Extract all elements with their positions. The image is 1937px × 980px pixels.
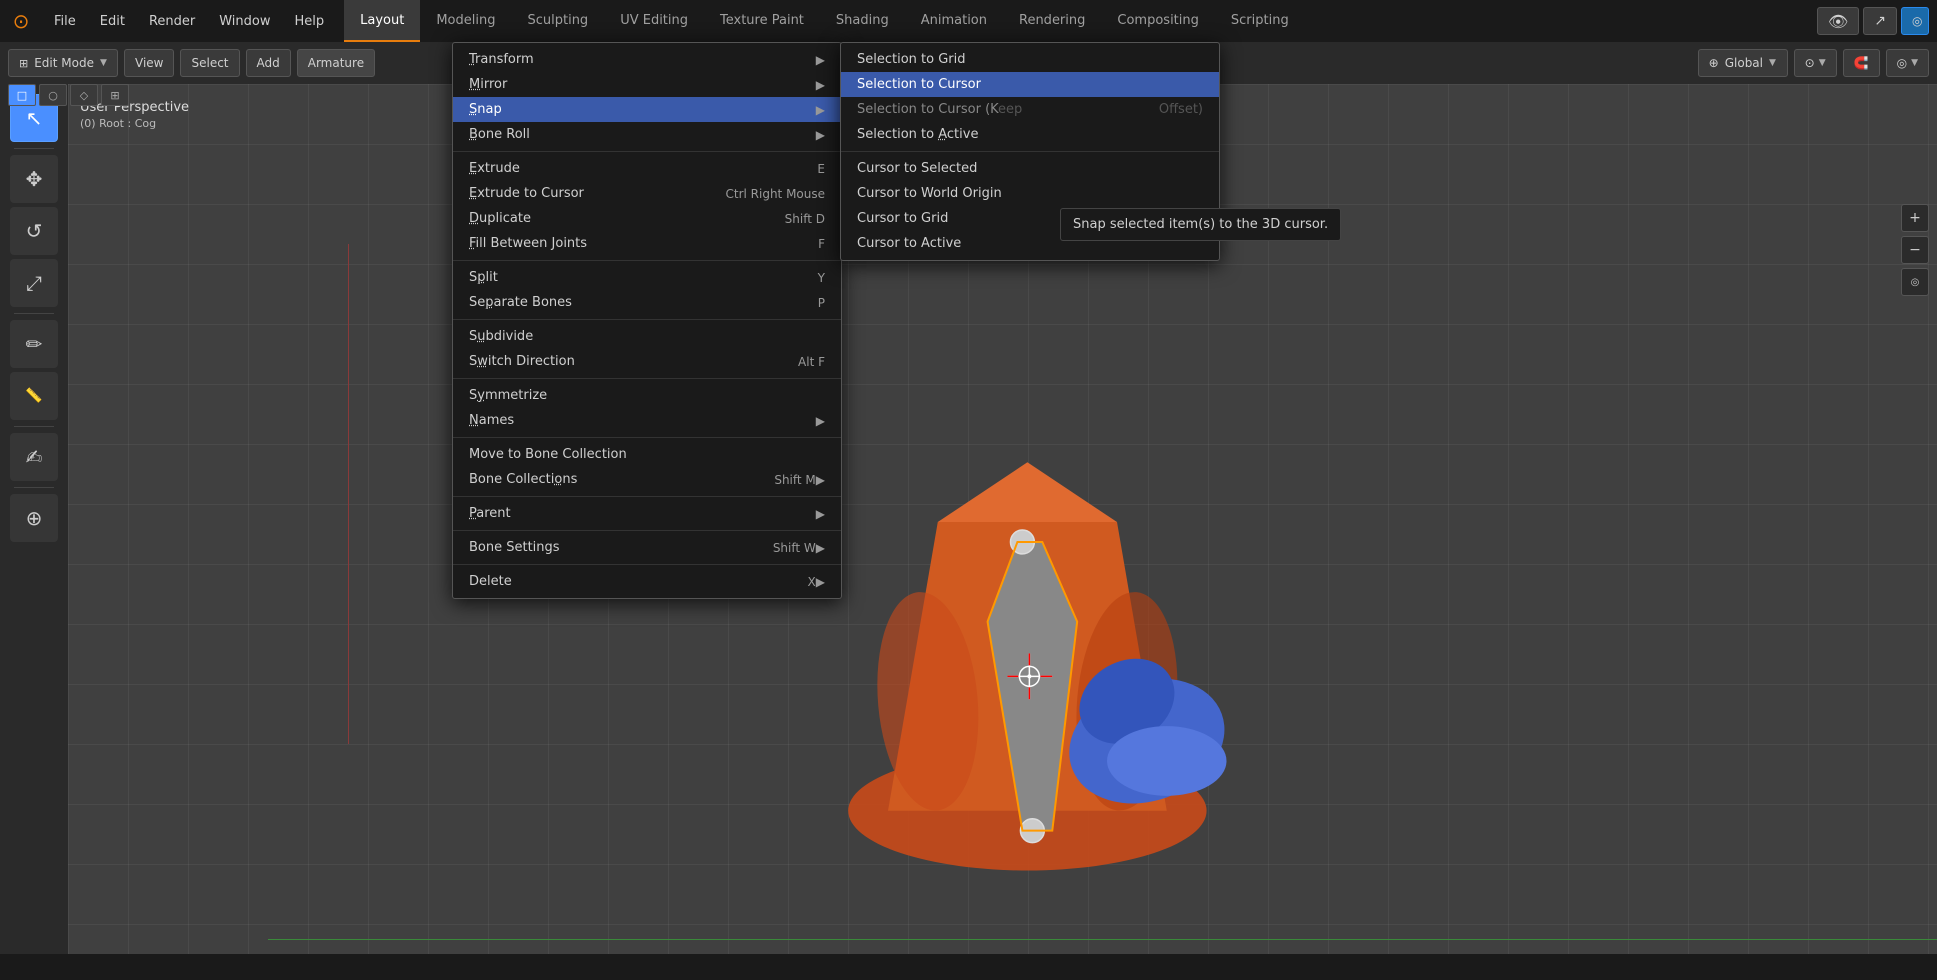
menu-item-bone-collections[interactable]: Bone Collections Shift M▶ bbox=[453, 467, 841, 492]
menu-item-split[interactable]: Split Y bbox=[453, 265, 841, 290]
tool-sep-2 bbox=[14, 313, 54, 314]
axis-line-green bbox=[268, 939, 1937, 940]
workspace-tabs: Layout Modeling Sculpting UV Editing Tex… bbox=[344, 0, 1305, 42]
mode-selector[interactable]: ⊞ Edit Mode ▼ bbox=[8, 49, 118, 77]
tab-shading[interactable]: Shading bbox=[820, 0, 905, 42]
view-local-btn[interactable]: ◎ bbox=[1901, 268, 1929, 296]
menu-item-extrude-cursor[interactable]: Extrude to Cursor Ctrl Right Mouse bbox=[453, 181, 841, 206]
menu-item-snap[interactable]: Snap ▶ bbox=[453, 97, 841, 122]
menu-render[interactable]: Render bbox=[137, 0, 207, 42]
tool-sep-3 bbox=[14, 426, 54, 427]
menu-item-extrude[interactable]: Extrude E bbox=[453, 156, 841, 181]
select-mode-circle[interactable]: ○ bbox=[39, 84, 67, 106]
menu-item-separate-bones[interactable]: Separate Bones P bbox=[453, 290, 841, 315]
menu-sep-1 bbox=[453, 151, 841, 152]
menu-sep-4 bbox=[453, 378, 841, 379]
snap-sep-1 bbox=[841, 151, 1219, 152]
transform-selector[interactable]: ⊕ Global ▼ bbox=[1698, 49, 1788, 77]
armature-btn[interactable]: Armature bbox=[297, 49, 375, 77]
menu-item-bone-settings[interactable]: Bone Settings Shift W▶ bbox=[453, 535, 841, 560]
menu-item-parent[interactable]: Parent ▶ bbox=[453, 501, 841, 526]
snap-cursor-to-world-origin[interactable]: Cursor to World Origin bbox=[841, 181, 1219, 206]
menu-item-symmetrize[interactable]: Symmetrize bbox=[453, 383, 841, 408]
menu-sep-3 bbox=[453, 319, 841, 320]
menu-file[interactable]: File bbox=[42, 0, 88, 42]
menu-item-names[interactable]: Names ▶ bbox=[453, 408, 841, 433]
viewport-shading-icon[interactable]: 👁 bbox=[1817, 7, 1859, 35]
menu-sep-7 bbox=[453, 530, 841, 531]
app-logo: ⊙ bbox=[0, 0, 42, 42]
menu-sep-6 bbox=[453, 496, 841, 497]
zoom-in-btn[interactable]: + bbox=[1901, 204, 1929, 232]
tool-ruler[interactable]: 📏 bbox=[10, 372, 58, 420]
snap-cursor-to-selected[interactable]: Cursor to Selected bbox=[841, 156, 1219, 181]
menu-item-bone-roll[interactable]: Bone Roll ▶ bbox=[453, 122, 841, 147]
armature-menu: Transform ▶ Mirror ▶ Snap ▶ Bone Roll ▶ … bbox=[452, 42, 842, 599]
menu-sep-8 bbox=[453, 564, 841, 565]
menu-item-move-to-bone-coll[interactable]: Move to Bone Collection bbox=[453, 442, 841, 467]
tab-rendering[interactable]: Rendering bbox=[1003, 0, 1101, 42]
select-mode-lasso[interactable]: ◇ bbox=[70, 84, 98, 106]
snap-submenu: Selection to Grid Selection to Cursor Se… bbox=[840, 42, 1220, 261]
overlay-icon[interactable]: ↗ bbox=[1863, 7, 1897, 35]
view-btn[interactable]: View bbox=[124, 49, 174, 77]
tool-cursor[interactable]: ⊕ bbox=[10, 494, 58, 542]
tool-sep-1 bbox=[14, 148, 54, 149]
snap-sel-to-cursor[interactable]: Selection to Cursor bbox=[841, 72, 1219, 97]
select-mode-bar: □ ○ ◇ ⊞ bbox=[8, 84, 129, 106]
menu-edit[interactable]: Edit bbox=[88, 0, 137, 42]
tool-scale[interactable]: ⤢ bbox=[10, 259, 58, 307]
menu-sep-2 bbox=[453, 260, 841, 261]
axis-line-red bbox=[348, 244, 349, 744]
menu-item-switch-direction[interactable]: Switch Direction Alt F bbox=[453, 349, 841, 374]
tab-uv-editing[interactable]: UV Editing bbox=[604, 0, 704, 42]
tab-animation[interactable]: Animation bbox=[905, 0, 1003, 42]
snap-btn[interactable]: 🧲 bbox=[1843, 49, 1880, 77]
snap-cursor-to-active[interactable]: Cursor to Active bbox=[841, 231, 1219, 256]
select-btn[interactable]: Select bbox=[180, 49, 239, 77]
zoom-out-btn[interactable]: − bbox=[1901, 236, 1929, 264]
viewport-controls-right: + − ◎ bbox=[1901, 204, 1929, 296]
menu-help[interactable]: Help bbox=[283, 0, 337, 42]
top-menu-items: File Edit Render Window Help bbox=[42, 0, 336, 42]
status-bar bbox=[0, 954, 1937, 980]
tool-pen[interactable]: ✏ bbox=[10, 320, 58, 368]
tab-compositing[interactable]: Compositing bbox=[1101, 0, 1215, 42]
menu-item-duplicate[interactable]: Duplicate Shift D bbox=[453, 206, 841, 231]
snap-sel-to-cursor-offset[interactable]: Selection to Cursor (Keep Offset) bbox=[841, 97, 1219, 122]
left-sidebar: ↖ ✥ ↺ ⤢ ✏ 📏 ✍ ⊕ bbox=[0, 84, 68, 980]
pivot-btn[interactable]: ⊙▼ bbox=[1794, 49, 1837, 77]
tab-texture-paint[interactable]: Texture Paint bbox=[704, 0, 820, 42]
menu-item-fill-between[interactable]: Fill Between Joints F bbox=[453, 231, 841, 256]
snap-sel-to-grid[interactable]: Selection to Grid bbox=[841, 47, 1219, 72]
select-mode-extra[interactable]: ⊞ bbox=[101, 84, 129, 106]
snap-cursor-to-grid[interactable]: Cursor to Grid bbox=[841, 206, 1219, 231]
extra-icon[interactable]: ◎ bbox=[1901, 7, 1929, 35]
top-menubar: ⊙ File Edit Render Window Help Layout Mo… bbox=[0, 0, 1937, 42]
tab-layout[interactable]: Layout bbox=[344, 0, 420, 42]
proportional-btn[interactable]: ◎▼ bbox=[1886, 49, 1929, 77]
tab-scripting[interactable]: Scripting bbox=[1215, 0, 1305, 42]
tool-move[interactable]: ✥ bbox=[10, 155, 58, 203]
menu-item-subdivide[interactable]: Subdivide bbox=[453, 324, 841, 349]
snap-sel-to-active[interactable]: Selection to Active bbox=[841, 122, 1219, 147]
viewport-object-label: (0) Root : Cog bbox=[80, 117, 189, 130]
tool-sep-4 bbox=[14, 487, 54, 488]
tab-modeling[interactable]: Modeling bbox=[420, 0, 511, 42]
menu-sep-5 bbox=[453, 437, 841, 438]
menu-window[interactable]: Window bbox=[207, 0, 282, 42]
add-btn[interactable]: Add bbox=[246, 49, 291, 77]
tool-rotate[interactable]: ↺ bbox=[10, 207, 58, 255]
tab-sculpting[interactable]: Sculpting bbox=[511, 0, 604, 42]
menu-item-mirror[interactable]: Mirror ▶ bbox=[453, 72, 841, 97]
select-mode-box[interactable]: □ bbox=[8, 84, 36, 106]
menu-item-transform[interactable]: Transform ▶ bbox=[453, 47, 841, 72]
menu-item-delete[interactable]: Delete X▶ bbox=[453, 569, 841, 594]
tool-annotate[interactable]: ✍ bbox=[10, 433, 58, 481]
